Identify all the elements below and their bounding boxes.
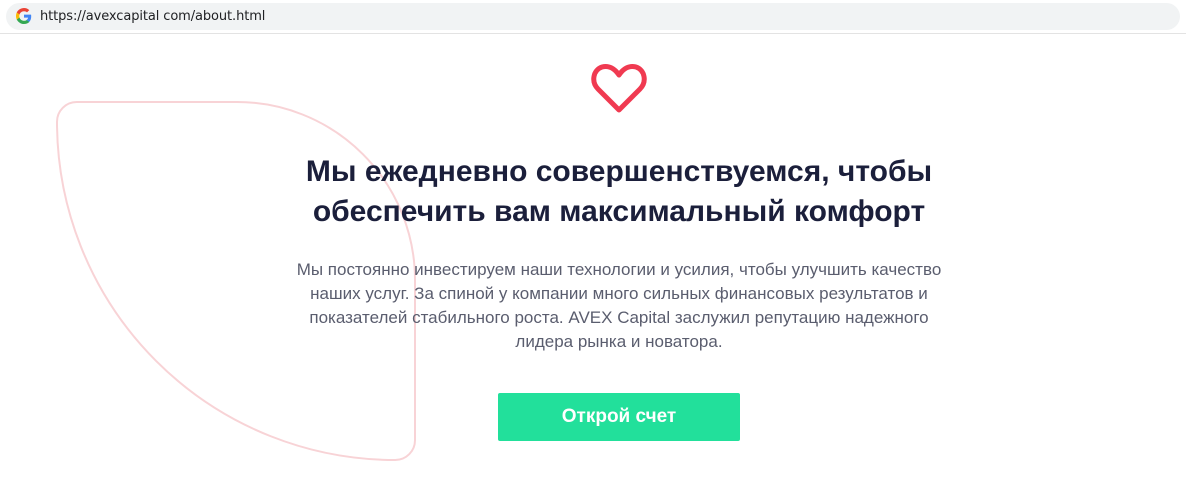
description-line: Мы постоянно инвестируем наши технологии…	[296, 260, 942, 279]
url-text: https://avexcapital com/about.html	[40, 9, 266, 24]
url-field[interactable]: https://avexcapital com/about.html	[6, 3, 1180, 30]
description-line: лидера рынка и новатора.	[515, 332, 723, 351]
page-title-line: Мы ежедневно совершенствуемся, чтобы	[305, 155, 933, 188]
browser-address-bar: https://avexcapital com/about.html	[0, 0, 1186, 34]
page-title: Мы ежедневно совершенствуемся, чтобы обе…	[0, 152, 1186, 232]
google-g-icon	[16, 8, 32, 24]
open-account-button[interactable]: Открой счет	[498, 393, 740, 441]
description-line: показателей стабильного роста. AVEX Capi…	[309, 308, 929, 327]
page-title-line: обеспечить вам максимальный комфорт	[312, 195, 926, 228]
description-line: наших услуг. За спиной у компании много …	[310, 284, 928, 303]
heart-icon	[591, 64, 647, 113]
description-text: Мы постоянно инвестируем наши технологии…	[258, 258, 980, 354]
